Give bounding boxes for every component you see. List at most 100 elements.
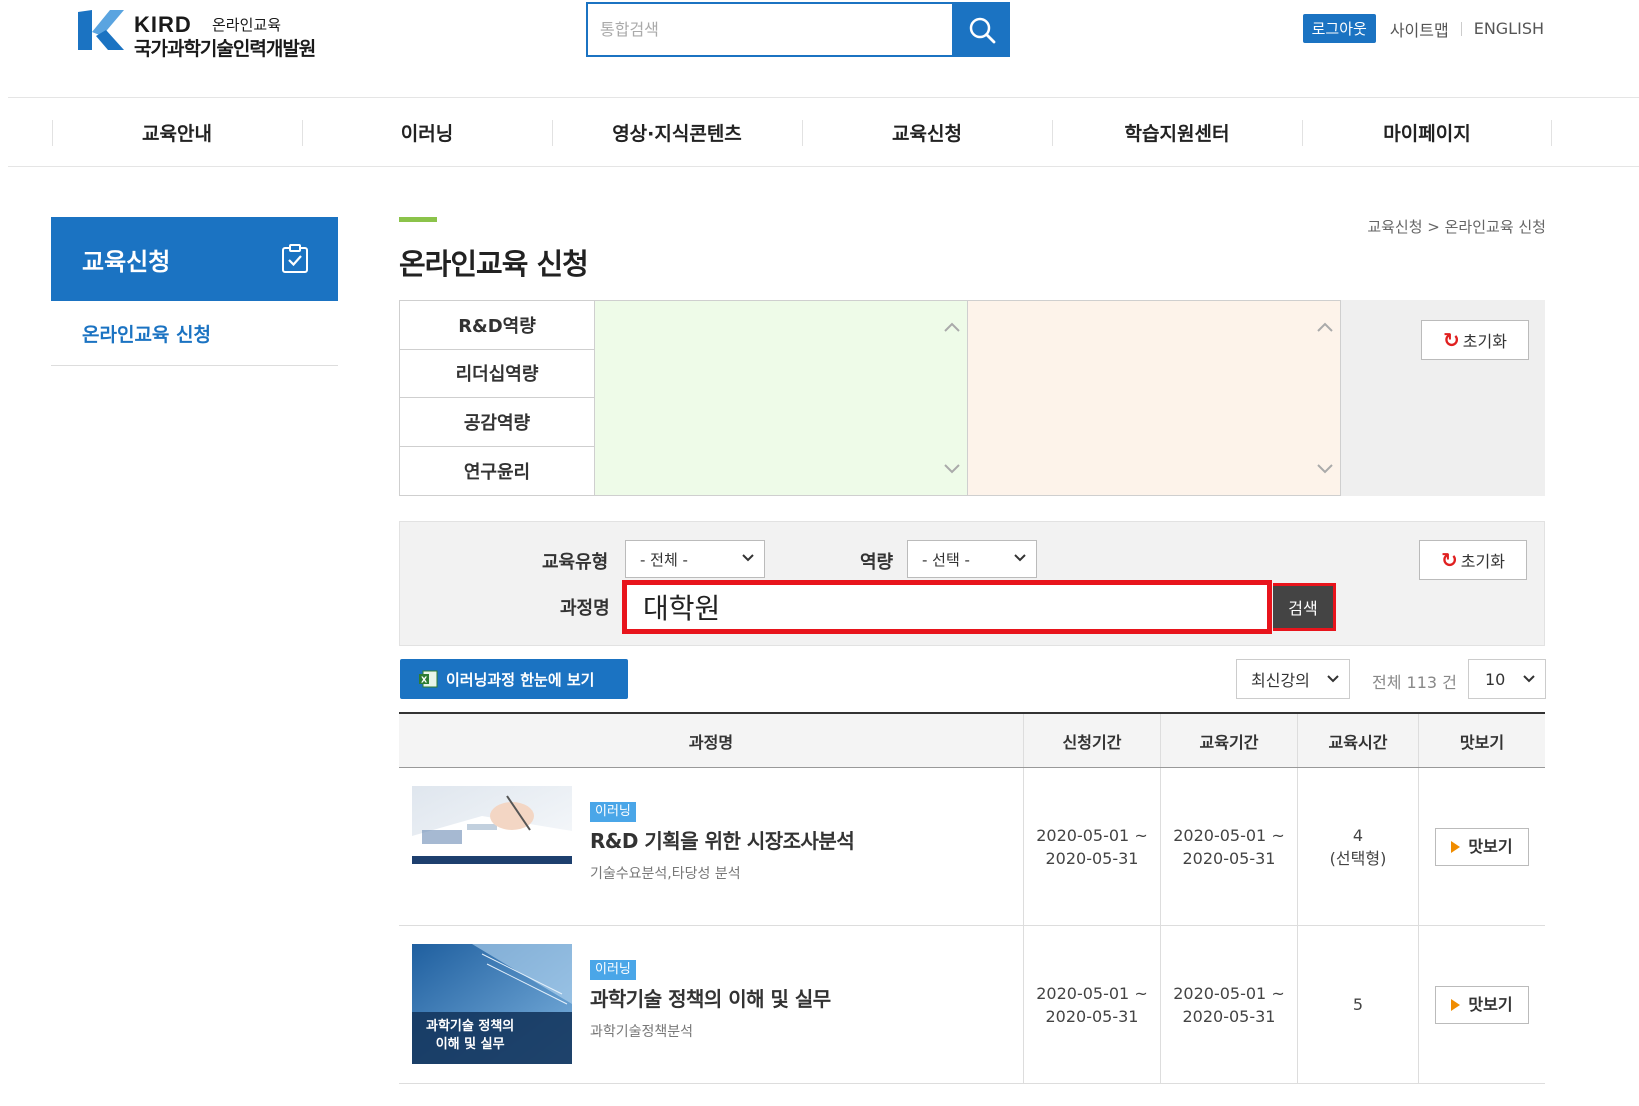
apply-end: 2020-05-31: [1045, 848, 1139, 868]
edu-period-cell: 2020-05-01 ~ 2020-05-31: [1160, 768, 1297, 925]
edu-hours-cell: 4 (선택형): [1297, 768, 1418, 925]
global-search-box: [586, 2, 954, 57]
page-size-select[interactable]: 10: [1468, 659, 1546, 699]
competency-label: 역량: [860, 552, 894, 573]
competency-select[interactable]: - 선택 -: [907, 540, 1037, 578]
utility-links: 로그아웃 사이트맵 ENGLISH: [1302, 14, 1544, 43]
breadcrumb: 교육신청 > 온라인교육 신청: [1367, 218, 1546, 236]
gnb-item-mypage[interactable]: 마이페이지: [1302, 98, 1552, 166]
sitemap-link[interactable]: 사이트맵: [1390, 17, 1449, 41]
edu-start: 2020-05-01 ~: [1173, 825, 1285, 845]
col-apply-period: 신청기간: [1023, 714, 1160, 767]
table-row: 과학기술 정책의 이해 및 실무 이러닝 과학기술 정책의 이해 및 실무 과학…: [399, 926, 1545, 1084]
course-table: 과정명 신청기간 교육기간 교육시간 맛보기 이러닝 R&D 기획을 위한 시장…: [399, 712, 1545, 1084]
course-cell: 과학기술 정책의 이해 및 실무 이러닝 과학기술 정책의 이해 및 실무 과학…: [399, 926, 1023, 1083]
course-thumbnail[interactable]: 과학기술 정책의 이해 및 실무: [412, 944, 572, 1064]
page-title: 온라인교육 신청: [399, 247, 589, 281]
course-title-link[interactable]: 과학기술 정책의 이해 및 실무: [590, 988, 831, 1011]
refresh-icon: ↻: [1443, 328, 1460, 352]
elearning-overview-button[interactable]: X 이러닝과정 한눈에 보기: [400, 659, 628, 699]
competency-item-leadership[interactable]: 리더십역량: [400, 350, 594, 398]
edu-hours-cell: 5: [1297, 926, 1418, 1083]
edu-hours-text: 4 (선택형): [1330, 824, 1387, 870]
competency-item-empathy[interactable]: 공감역량: [400, 398, 594, 447]
edu-period-text: 2020-05-01 ~ 2020-05-31: [1173, 982, 1284, 1028]
competency-selector: R&D역량 리더십역량 공감역량 연구윤리: [399, 300, 1545, 496]
competency-item-ethics[interactable]: 연구윤리: [400, 447, 594, 496]
gnb-item-learning-support[interactable]: 학습지원센터: [1052, 98, 1302, 166]
competency-item-rnd[interactable]: R&D역량: [400, 301, 594, 350]
global-search-button[interactable]: [954, 2, 1010, 57]
gnb-item-elearning[interactable]: 이러닝: [302, 98, 552, 166]
course-name-label: 과정명: [560, 598, 610, 619]
chevron-up-icon[interactable]: [1316, 321, 1334, 333]
reset-label: 초기화: [1460, 552, 1505, 571]
chevron-down-icon[interactable]: [1316, 463, 1334, 475]
preview-button[interactable]: 맛보기: [1435, 985, 1529, 1024]
edu-end: 2020-05-31: [1182, 848, 1276, 868]
edu-type-select[interactable]: - 전체 -: [625, 540, 765, 578]
preview-button[interactable]: 맛보기: [1435, 827, 1529, 866]
english-link[interactable]: ENGLISH: [1474, 19, 1544, 38]
gnb-item-edu-guide[interactable]: 교육안내: [52, 98, 302, 166]
course-subtitle: 과학기술정책분석: [590, 1024, 694, 1040]
detail-competency-list[interactable]: [968, 300, 1341, 496]
global-search-input[interactable]: [588, 4, 952, 55]
sort-value: 최신강의: [1251, 671, 1310, 690]
util-divider: [1460, 21, 1462, 36]
kird-logo[interactable]: KIRD 온라인교육 국가과학기술인력개발원: [76, 6, 376, 60]
edu-hours: 5: [1352, 995, 1364, 1014]
edu-end: 2020-05-31: [1182, 1006, 1276, 1026]
course-cell: 이러닝 R&D 기획을 위한 시장조사분석 기술수요분석,타당성 분석: [399, 768, 1023, 925]
logo-online-text: 온라인교육: [212, 16, 282, 34]
play-icon: [1451, 998, 1461, 1011]
elearning-overview-label: 이러닝과정 한눈에 보기: [446, 670, 595, 689]
table-row: 이러닝 R&D 기획을 위한 시장조사분석 기술수요분석,타당성 분석 2020…: [399, 768, 1545, 926]
edu-type-value: - 전체 -: [640, 550, 688, 569]
logo-org-name: 국가과학기술인력개발원: [134, 38, 316, 60]
preview-label: 맛보기: [1468, 995, 1513, 1014]
col-preview: 맛보기: [1418, 714, 1545, 767]
sub-competency-list[interactable]: [595, 300, 968, 496]
edu-hours-note: (선택형): [1329, 848, 1387, 868]
chevron-down-icon: [1327, 675, 1339, 683]
svg-text:X: X: [421, 676, 428, 685]
main-navigation: 교육안내 이러닝 영상·지식콘텐츠 교육신청 학습지원센터 마이페이지: [8, 97, 1639, 167]
thumbnail-caption-line1: 과학기술 정책의: [426, 1019, 515, 1034]
course-search-button[interactable]: 검색: [1273, 583, 1336, 631]
course-type-badge: 이러닝: [590, 960, 636, 980]
competency-value: - 선택 -: [922, 550, 970, 569]
course-info: 이러닝 R&D 기획을 위한 시장조사분석 기술수요분석,타당성 분석: [590, 798, 855, 886]
competency-reset-button[interactable]: ↻ 초기화: [1421, 320, 1529, 360]
sort-select[interactable]: 최신강의: [1236, 659, 1350, 699]
apply-period-cell: 2020-05-01 ~ 2020-05-31: [1023, 926, 1160, 1083]
course-name-input[interactable]: 대학원: [622, 580, 1272, 634]
apply-start: 2020-05-01 ~: [1036, 983, 1148, 1003]
edu-hours: 4: [1352, 825, 1364, 845]
search-icon: [969, 17, 996, 43]
refresh-icon: ↻: [1441, 548, 1458, 572]
course-title-link[interactable]: R&D 기획을 위한 시장조사분석: [590, 830, 855, 853]
course-thumbnail[interactable]: [412, 786, 572, 864]
kird-logo-mark-icon: [78, 10, 124, 50]
gnb-item-edu-apply[interactable]: 교육신청: [802, 98, 1052, 166]
sidebar-item-online-apply[interactable]: 온라인교육 신청: [51, 301, 338, 366]
edu-period-text: 2020-05-01 ~ 2020-05-31: [1173, 824, 1284, 870]
reset-label: 초기화: [1462, 332, 1507, 351]
chevron-down-icon: [1523, 675, 1535, 683]
logout-button[interactable]: 로그아웃: [1302, 14, 1376, 43]
col-edu-hours: 교육시간: [1297, 714, 1418, 767]
gnb-item-video-content[interactable]: 영상·지식콘텐츠: [552, 98, 802, 166]
preview-cell: 맛보기: [1418, 768, 1545, 925]
edu-type-label: 교육유형: [542, 552, 609, 573]
table-header: 과정명 신청기간 교육기간 교육시간 맛보기: [399, 712, 1545, 768]
sidebar-title: 교육신청: [51, 217, 338, 301]
page-size-value: 10: [1485, 669, 1506, 689]
thumbnail-caption-line2: 이해 및 실무: [435, 1037, 505, 1052]
title-accent-bar: [399, 217, 437, 222]
chevron-up-icon[interactable]: [943, 321, 961, 333]
competency-list: R&D역량 리더십역량 공감역량 연구윤리: [399, 300, 595, 496]
chevron-down-icon[interactable]: [943, 463, 961, 475]
checklist-icon: [282, 244, 308, 273]
filter-reset-button[interactable]: ↻ 초기화: [1419, 540, 1527, 580]
